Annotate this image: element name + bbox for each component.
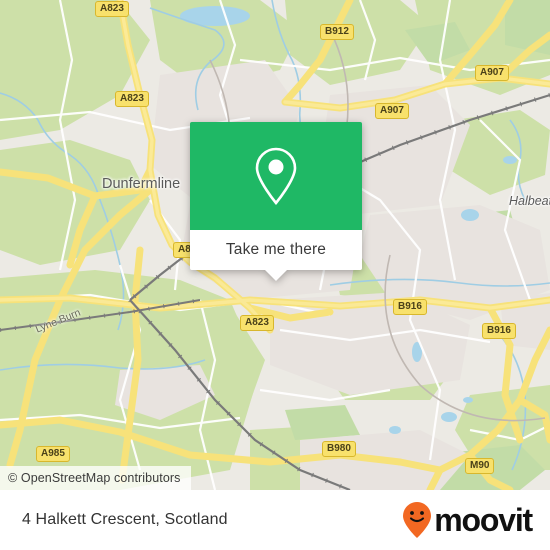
moovit-pin-icon — [403, 502, 432, 538]
road-shield-a823-nw: A823 — [115, 91, 149, 107]
footer-bar: 4 Halkett Crescent, Scotland moovit — [0, 490, 550, 550]
popup-marker-panel — [190, 122, 362, 230]
take-me-there-label: Take me there — [225, 241, 327, 258]
road-shield-a823-south: A823 — [240, 315, 274, 331]
road-shield-b980: B980 — [322, 441, 356, 457]
map-pin-icon — [255, 147, 297, 206]
popup-action-bar[interactable]: Take me there — [190, 230, 362, 281]
road-shield-b916-east: B916 — [482, 323, 516, 339]
moovit-wordmark: moovit — [434, 502, 533, 538]
map-attribution[interactable]: © OpenStreetMap contributors — [0, 466, 191, 490]
map-place-label-halbeath: Halbeath — [509, 194, 550, 208]
address-label: 4 Halkett Crescent, Scotland — [22, 511, 228, 528]
popup-tail — [264, 269, 288, 281]
road-shield-m90: M90 — [465, 458, 495, 474]
road-shield-b916-west: B916 — [393, 299, 427, 315]
road-shield-a907-ne: A907 — [475, 65, 509, 81]
road-shield-b912: B912 — [320, 24, 354, 40]
road-shield-a823: A823 — [95, 1, 129, 17]
moovit-logo[interactable]: moovit — [402, 501, 533, 539]
map-screen: Dunfermline Halbeath Lyne Burn A823 B912… — [0, 0, 550, 550]
road-shield-a985: A985 — [36, 446, 70, 462]
road-shield-a907: A907 — [375, 103, 409, 119]
map-place-label-dunfermline: Dunfermline — [102, 176, 181, 192]
location-popup[interactable]: Take me there — [190, 122, 362, 281]
attribution-text: © OpenStreetMap contributors — [8, 471, 181, 485]
